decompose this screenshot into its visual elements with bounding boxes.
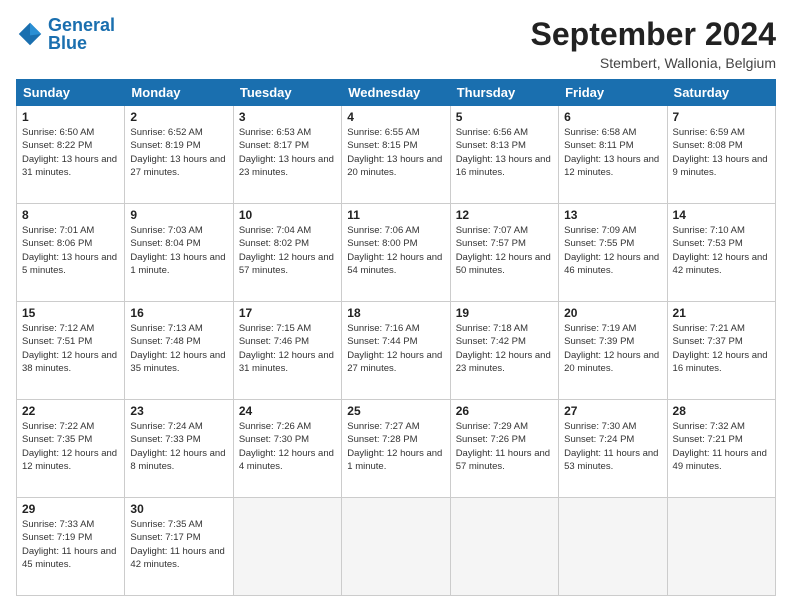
cell-23: 23 Sunrise: 7:24 AM Sunset: 7:33 PM Dayl… <box>125 400 233 498</box>
cell-12: 12 Sunrise: 7:07 AM Sunset: 7:57 PM Dayl… <box>450 204 558 302</box>
col-monday: Monday <box>125 80 233 106</box>
cell-25: 25 Sunrise: 7:27 AM Sunset: 7:28 PM Dayl… <box>342 400 450 498</box>
table-row: 1 Sunrise: 6:50 AM Sunset: 8:22 PM Dayli… <box>17 106 776 204</box>
cell-7: 7 Sunrise: 6:59 AM Sunset: 8:08 PM Dayli… <box>667 106 775 204</box>
cell-3: 3 Sunrise: 6:53 AM Sunset: 8:17 PM Dayli… <box>233 106 341 204</box>
col-tuesday: Tuesday <box>233 80 341 106</box>
title-section: September 2024 Stembert, Wallonia, Belgi… <box>531 16 776 71</box>
col-thursday: Thursday <box>450 80 558 106</box>
cell-empty-3 <box>450 498 558 596</box>
header: General Blue September 2024 Stembert, Wa… <box>16 16 776 71</box>
cell-20: 20 Sunrise: 7:19 AM Sunset: 7:39 PM Dayl… <box>559 302 667 400</box>
cell-28: 28 Sunrise: 7:32 AM Sunset: 7:21 PM Dayl… <box>667 400 775 498</box>
cell-empty-5 <box>667 498 775 596</box>
col-wednesday: Wednesday <box>342 80 450 106</box>
cell-6: 6 Sunrise: 6:58 AM Sunset: 8:11 PM Dayli… <box>559 106 667 204</box>
cell-16: 16 Sunrise: 7:13 AM Sunset: 7:48 PM Dayl… <box>125 302 233 400</box>
cell-21: 21 Sunrise: 7:21 AM Sunset: 7:37 PM Dayl… <box>667 302 775 400</box>
cell-27: 27 Sunrise: 7:30 AM Sunset: 7:24 PM Dayl… <box>559 400 667 498</box>
cell-22: 22 Sunrise: 7:22 AM Sunset: 7:35 PM Dayl… <box>17 400 125 498</box>
table-row: 15 Sunrise: 7:12 AM Sunset: 7:51 PM Dayl… <box>17 302 776 400</box>
month-title: September 2024 <box>531 16 776 53</box>
cell-13: 13 Sunrise: 7:09 AM Sunset: 7:55 PM Dayl… <box>559 204 667 302</box>
cell-15: 15 Sunrise: 7:12 AM Sunset: 7:51 PM Dayl… <box>17 302 125 400</box>
cell-18: 18 Sunrise: 7:16 AM Sunset: 7:44 PM Dayl… <box>342 302 450 400</box>
table-row: 8 Sunrise: 7:01 AM Sunset: 8:06 PM Dayli… <box>17 204 776 302</box>
cell-14: 14 Sunrise: 7:10 AM Sunset: 7:53 PM Dayl… <box>667 204 775 302</box>
col-sunday: Sunday <box>17 80 125 106</box>
cell-empty-2 <box>342 498 450 596</box>
cell-26: 26 Sunrise: 7:29 AM Sunset: 7:26 PM Dayl… <box>450 400 558 498</box>
cell-30: 30 Sunrise: 7:35 AM Sunset: 7:17 PM Dayl… <box>125 498 233 596</box>
cell-2: 2 Sunrise: 6:52 AM Sunset: 8:19 PM Dayli… <box>125 106 233 204</box>
cell-5: 5 Sunrise: 6:56 AM Sunset: 8:13 PM Dayli… <box>450 106 558 204</box>
col-friday: Friday <box>559 80 667 106</box>
table-row: 22 Sunrise: 7:22 AM Sunset: 7:35 PM Dayl… <box>17 400 776 498</box>
table-row: 29 Sunrise: 7:33 AM Sunset: 7:19 PM Dayl… <box>17 498 776 596</box>
cell-1: 1 Sunrise: 6:50 AM Sunset: 8:22 PM Dayli… <box>17 106 125 204</box>
logo: General Blue <box>16 16 115 52</box>
logo-icon <box>16 20 44 48</box>
cell-10: 10 Sunrise: 7:04 AM Sunset: 8:02 PM Dayl… <box>233 204 341 302</box>
calendar-table: Sunday Monday Tuesday Wednesday Thursday… <box>16 79 776 596</box>
cell-empty-4 <box>559 498 667 596</box>
cell-11: 11 Sunrise: 7:06 AM Sunset: 8:00 PM Dayl… <box>342 204 450 302</box>
cell-24: 24 Sunrise: 7:26 AM Sunset: 7:30 PM Dayl… <box>233 400 341 498</box>
header-row: Sunday Monday Tuesday Wednesday Thursday… <box>17 80 776 106</box>
cell-17: 17 Sunrise: 7:15 AM Sunset: 7:46 PM Dayl… <box>233 302 341 400</box>
cell-9: 9 Sunrise: 7:03 AM Sunset: 8:04 PM Dayli… <box>125 204 233 302</box>
location: Stembert, Wallonia, Belgium <box>531 55 776 71</box>
cell-29: 29 Sunrise: 7:33 AM Sunset: 7:19 PM Dayl… <box>17 498 125 596</box>
col-saturday: Saturday <box>667 80 775 106</box>
cell-4: 4 Sunrise: 6:55 AM Sunset: 8:15 PM Dayli… <box>342 106 450 204</box>
logo-text: General Blue <box>48 16 115 52</box>
cell-8: 8 Sunrise: 7:01 AM Sunset: 8:06 PM Dayli… <box>17 204 125 302</box>
page: General Blue September 2024 Stembert, Wa… <box>0 0 792 612</box>
cell-19: 19 Sunrise: 7:18 AM Sunset: 7:42 PM Dayl… <box>450 302 558 400</box>
cell-empty-1 <box>233 498 341 596</box>
